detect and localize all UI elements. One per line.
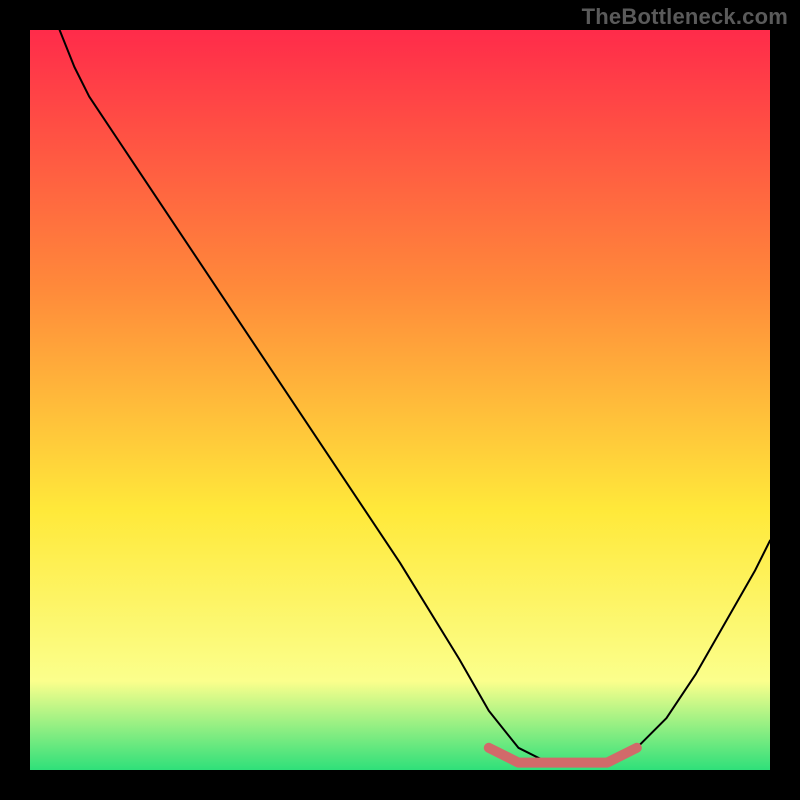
chart-frame: TheBottleneck.com: [0, 0, 800, 800]
watermark-text: TheBottleneck.com: [582, 4, 788, 30]
gradient-background: [30, 30, 770, 770]
bottleneck-chart: [30, 30, 770, 770]
